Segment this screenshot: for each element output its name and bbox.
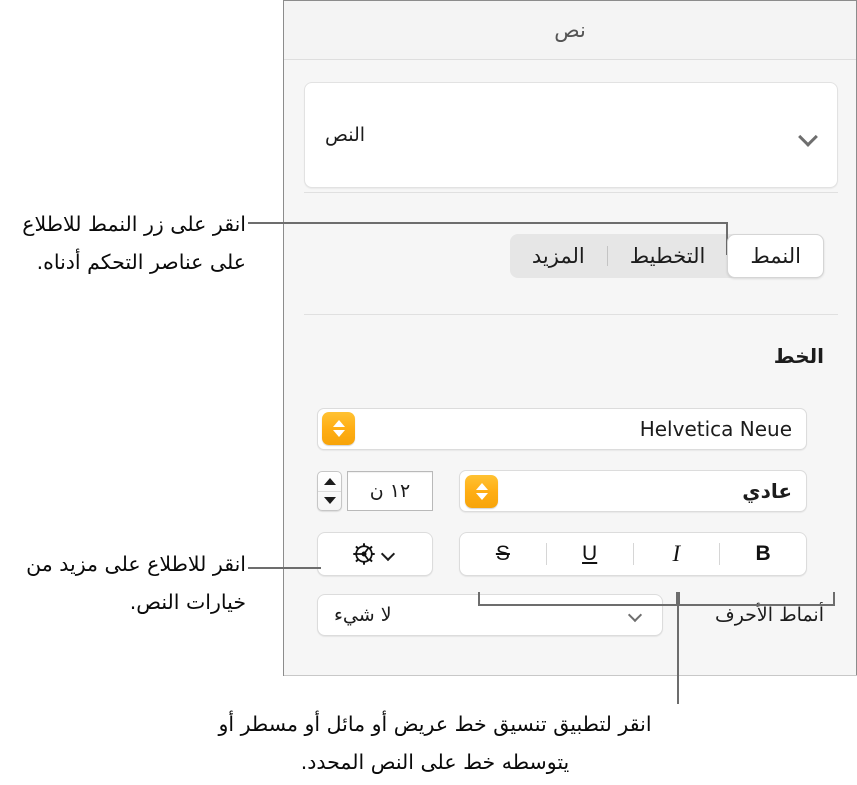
callout-text-options: انقر للاطلاع على مزيد من خيارات النص. [26, 552, 246, 614]
chevron-down-icon [799, 130, 817, 141]
up-arrow-icon [323, 477, 336, 485]
style-divider [545, 543, 547, 565]
font-family-value: Helvetica Neue [639, 417, 792, 441]
callout-style-button: انقر على زر النمط للاطلاع على عناصر التح… [22, 212, 246, 274]
screenshot-root: نص النص النمط التخطيط المزيد الخط Helvet… [0, 0, 857, 785]
callout-3-leader-vertical [677, 604, 679, 704]
typeface-size-row: عادي ١٢ ن [317, 470, 807, 512]
chevron-down-icon [628, 610, 646, 621]
callout-2-leader-horizontal [248, 567, 321, 569]
text-style-button-group: B I U S [459, 532, 807, 576]
segmented-control-section: النمط التخطيط المزيد [284, 197, 856, 317]
inspector-tabs: النمط التخطيط المزيد [509, 234, 824, 278]
font-size-input[interactable]: ١٢ ن [347, 471, 433, 511]
divider [304, 192, 838, 193]
tab-style-label: النمط [750, 244, 801, 268]
font-family-stepper-icon[interactable] [322, 412, 355, 445]
character-styles-label: أنماط الأحرف [715, 604, 824, 626]
object-popup-label: النص [325, 124, 366, 146]
style-divider [719, 543, 721, 565]
callout-1-leader-horizontal [248, 222, 728, 224]
panel-titlebar: نص [284, 1, 856, 60]
bold-button[interactable]: B [720, 533, 806, 575]
underline-button[interactable]: U [547, 533, 633, 575]
callout-text-formatting: انقر لتطبيق تنسيق خط عريض أو مائل أو مسط… [218, 712, 652, 774]
typeface-value: عادي [742, 479, 792, 503]
stepper-down-arrow [475, 493, 488, 500]
strikethrough-button[interactable]: S [460, 533, 546, 575]
font-section: الخط Helvetica Neue عادي ١٢ ن B I U S أن… [284, 318, 856, 636]
font-family-row: Helvetica Neue [317, 408, 807, 450]
panel-bottom-divider [284, 675, 857, 676]
typeface-popup-button[interactable]: عادي [459, 470, 807, 512]
text-inspector-panel: نص النص النمط التخطيط المزيد الخط Helvet… [283, 0, 857, 676]
font-size-decrement[interactable] [318, 490, 341, 511]
font-size-increment[interactable] [318, 472, 341, 491]
character-styles-value: لا شيء [334, 604, 392, 626]
font-size-value: ١٢ ن [369, 480, 411, 502]
tab-style[interactable]: النمط [727, 234, 824, 278]
tab-layout[interactable]: التخطيط [608, 234, 728, 278]
font-size-stepper[interactable] [317, 471, 342, 511]
style-divider [632, 543, 634, 565]
chevron-down-icon [381, 549, 399, 560]
text-options-button[interactable] [317, 532, 433, 576]
typeface-stepper-icon[interactable] [465, 475, 498, 508]
gear-icon [353, 543, 375, 565]
font-family-popup-button[interactable]: Helvetica Neue [317, 408, 807, 450]
italic-button[interactable]: I [634, 533, 720, 575]
object-section: النص [284, 60, 856, 196]
callout-3-bracket-left [478, 592, 678, 606]
object-popup-button[interactable]: النص [304, 82, 838, 188]
tab-layout-label: التخطيط [629, 244, 706, 268]
font-size-group: ١٢ ن [317, 470, 433, 512]
text-style-row: B I U S [317, 532, 807, 576]
down-arrow-icon [323, 497, 336, 505]
callout-3-bracket-right [678, 592, 835, 606]
font-section-heading: الخط [773, 344, 824, 368]
page-title: نص [554, 18, 586, 42]
tab-more[interactable]: المزيد [510, 234, 607, 278]
stepper-up-arrow [475, 483, 488, 490]
stepper-down-arrow [332, 430, 345, 437]
tab-more-label: المزيد [531, 244, 585, 268]
stepper-up-arrow [332, 420, 345, 427]
divider [304, 314, 838, 315]
